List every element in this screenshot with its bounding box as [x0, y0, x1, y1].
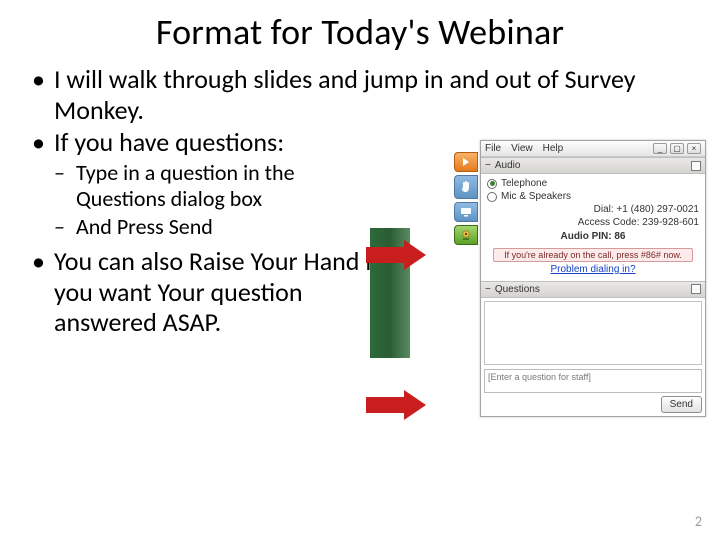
red-arrow-icon	[366, 390, 426, 420]
audio-section-header[interactable]: − Audio	[481, 157, 705, 174]
audio-section-label: Audio	[495, 160, 521, 171]
problem-dialing-link[interactable]: Problem dialing in?	[487, 264, 699, 275]
collapse-tab-icon[interactable]	[454, 152, 478, 172]
send-button[interactable]: Send	[661, 396, 702, 413]
question-input[interactable]: [Enter a question for staff]	[484, 369, 702, 393]
call-notice: If you're already on the call, press #86…	[493, 248, 693, 262]
slide-title: Format for Today's Webinar	[28, 10, 692, 54]
section-box-icon[interactable]	[691, 284, 701, 294]
bullet-1: I will walk through slides and jump in a…	[28, 64, 692, 125]
mic-label: Mic & Speakers	[501, 191, 571, 202]
telephone-label: Telephone	[501, 178, 547, 189]
pin-value: 86	[614, 231, 625, 242]
telephone-radio[interactable]	[487, 179, 497, 189]
questions-section-header[interactable]: − Questions	[481, 281, 705, 298]
background-photo-strip	[370, 228, 410, 358]
access-value: 239-928-601	[642, 217, 699, 228]
menu-help[interactable]: Help	[543, 143, 564, 154]
close-icon[interactable]: ×	[687, 143, 701, 154]
sub-bullet-1: Type in a question in the Questions dial…	[28, 160, 388, 212]
menu-file[interactable]: File	[485, 143, 501, 154]
bullet-3: You can also Raise Your Hand if you want…	[28, 246, 388, 338]
slide-number: 2	[695, 513, 702, 530]
pin-label: Audio PIN:	[560, 231, 611, 242]
hand-tab-icon[interactable]	[454, 175, 478, 199]
questions-log	[484, 301, 702, 365]
dial-label: Dial:	[594, 204, 614, 215]
mic-radio[interactable]	[487, 192, 497, 202]
window-icon[interactable]: ▢	[670, 143, 684, 154]
panel-menubar: File View Help _ ▢ ×	[481, 141, 705, 157]
minimize-icon[interactable]: _	[653, 143, 667, 154]
sub-bullet-2: And Press Send	[28, 214, 388, 240]
access-label: Access Code:	[578, 217, 640, 228]
monitor-tab-icon[interactable]	[454, 202, 478, 222]
questions-section-label: Questions	[495, 284, 540, 295]
webcam-tab-icon[interactable]	[454, 225, 478, 245]
menu-view[interactable]: View	[511, 143, 533, 154]
dial-value: +1 (480) 297-0021	[616, 204, 699, 215]
section-box-icon[interactable]	[691, 161, 701, 171]
